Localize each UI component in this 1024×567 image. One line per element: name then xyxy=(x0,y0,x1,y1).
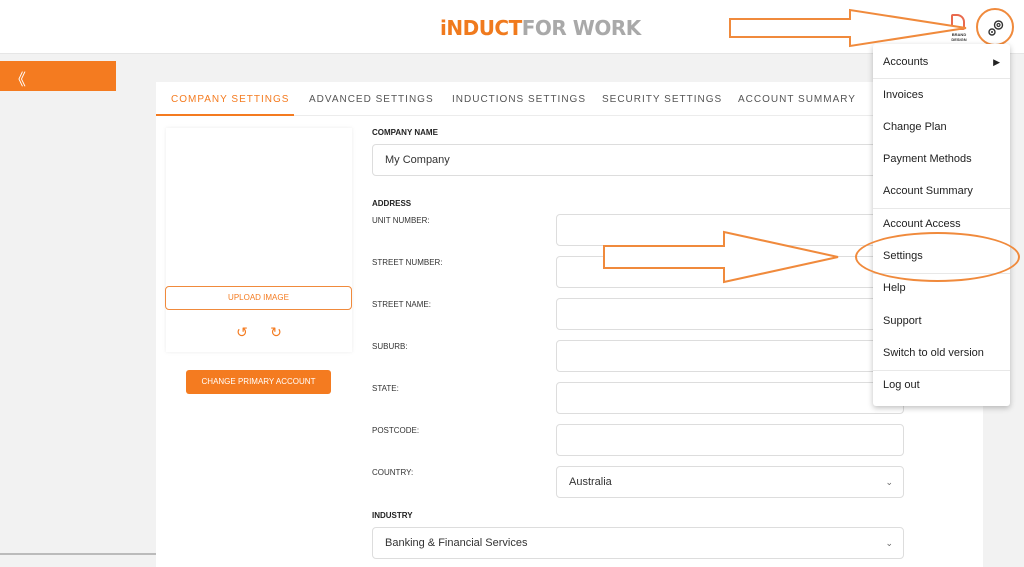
annotation-arrows xyxy=(603,8,967,284)
arrow-to-gear-icon xyxy=(729,8,967,48)
arrow-to-settings-item xyxy=(603,230,839,284)
